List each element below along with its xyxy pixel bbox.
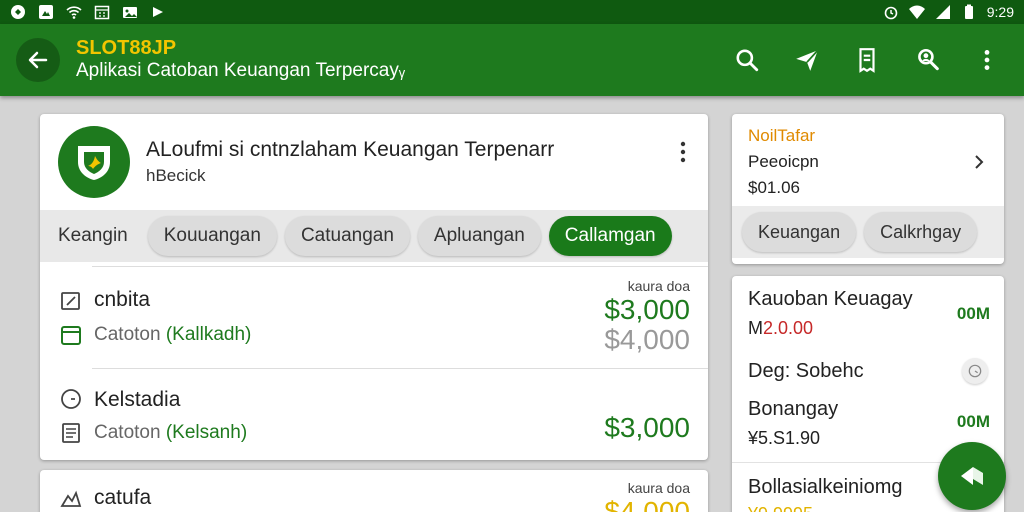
- more-menu-button[interactable]: [972, 45, 1002, 75]
- calendar-icon: [60, 324, 82, 346]
- item-value: ¥9.9995: [748, 504, 813, 512]
- chip-catuangan[interactable]: Catuangan: [284, 216, 410, 256]
- send-icon: [796, 49, 819, 71]
- item-badge: 00M: [956, 412, 990, 431]
- item-badge: 00M: [956, 304, 990, 323]
- item-title: Bollasialkeiniomg: [748, 476, 903, 498]
- app-subtitle: Aplikasi Catoban Keuangan Terpercayᵧ: [76, 60, 405, 81]
- card-title: ALoufmi si cntnzlaham Keuangan Terpenarr: [146, 138, 555, 161]
- chip-callamgan[interactable]: Callamgan: [548, 216, 672, 256]
- wifi-notif-icon: [66, 4, 82, 20]
- summary-chips: Keuangan Calkrhgay: [732, 206, 1004, 258]
- chip-apluangan[interactable]: Apluangan: [417, 216, 541, 256]
- chip-kouuangan[interactable]: Kouuangan: [147, 216, 277, 256]
- receipt-button[interactable]: [852, 45, 882, 75]
- edit-icon: [60, 290, 82, 312]
- item-title: Kauoban Keuagay: [748, 288, 913, 310]
- person-search-icon: [918, 48, 939, 71]
- chip-calkrhgay[interactable]: Calkrhgay: [864, 212, 978, 252]
- add-fab-button[interactable]: [938, 442, 1006, 510]
- entry-amount: $3,000: [604, 412, 690, 443]
- entry-subtitle: Catoton (Kelsanh): [94, 422, 248, 443]
- more-vert-icon: [680, 141, 686, 163]
- chart-icon: [60, 486, 82, 508]
- document-icon: [60, 422, 82, 444]
- divider: [92, 266, 708, 267]
- item-title: Deg: Sobehc: [748, 360, 864, 382]
- receipt-icon: [859, 48, 875, 73]
- app-logo: [58, 126, 130, 198]
- summary-card[interactable]: NoilTafar Peeoicpn $01.06 Keuangan Calkr…: [732, 114, 1004, 264]
- list-item[interactable]: cnbita Catoton (Kallkadh) kaura doa $3,0…: [40, 266, 708, 368]
- entry-title: catufa: [94, 486, 152, 509]
- photo-notif-icon: [38, 4, 54, 20]
- item-title: Bonangay: [748, 398, 839, 420]
- main-card: ALoufmi si cntnzlaham Keuangan Terpenarr…: [40, 114, 708, 460]
- fab-icon: [961, 467, 983, 485]
- clock-icon[interactable]: [962, 358, 988, 384]
- clock-icon: [60, 388, 82, 410]
- entry-title: cnbita: [94, 288, 151, 311]
- entry-amount: $3,000: [604, 294, 690, 325]
- chip-keuangan[interactable]: Keuangan: [742, 212, 857, 252]
- back-arrow-icon: [28, 51, 48, 69]
- entry-amount-secondary: $4,000: [604, 324, 690, 355]
- search-button[interactable]: [732, 45, 762, 75]
- image-notif-icon: [122, 4, 138, 20]
- card-subtitle: hBecick: [146, 166, 206, 185]
- more-vert-icon: [984, 50, 990, 70]
- item-value: M2.0.00: [748, 318, 814, 338]
- app-notif-icon: [10, 4, 26, 20]
- chevron-right-icon[interactable]: [970, 150, 988, 174]
- entry-title: Kelstadia: [94, 388, 181, 411]
- category-chips: Keangin Kouuangan Catuangan Apluangan Ca…: [40, 210, 708, 262]
- card-more-button[interactable]: [674, 138, 692, 166]
- entry-subtitle: Catoton (Kallkadh): [94, 324, 252, 345]
- summary-label: NoilTafar: [748, 126, 816, 145]
- summary-value: $01.06: [748, 178, 800, 197]
- search-icon: [736, 49, 759, 72]
- entry-card[interactable]: catufa kaura doa $4,000: [40, 470, 708, 512]
- send-button[interactable]: [792, 45, 822, 75]
- back-button[interactable]: [16, 38, 60, 82]
- wifi-icon: [908, 4, 925, 20]
- item-value: ¥5.S1.90: [748, 428, 821, 448]
- entry-caption: kaura doa: [627, 278, 690, 294]
- battery-icon: [961, 4, 977, 20]
- person-search-button[interactable]: [912, 45, 942, 75]
- entry-amount: $4,000: [604, 496, 690, 512]
- summary-name: Peeoicpn: [748, 152, 819, 171]
- shield-logo-icon: [78, 146, 110, 180]
- entry-caption: kaura doa: [627, 480, 690, 496]
- chip-keangin[interactable]: Keangin: [46, 216, 140, 256]
- status-bar: 9:29: [0, 0, 1024, 24]
- calendar-notif-icon: [94, 4, 110, 20]
- signal-icon: [935, 4, 951, 20]
- status-time: 9:29: [986, 4, 1014, 20]
- media-notif-icon: [150, 4, 166, 20]
- app-bar: SLOT88JP Aplikasi Catoban Keuangan Terpe…: [0, 24, 1024, 96]
- app-title: SLOT88JP: [76, 37, 177, 59]
- alarm-icon: [883, 4, 899, 20]
- list-item[interactable]: Kelstadia Catoton (Kelsanh) $3,000: [40, 368, 708, 460]
- divider: [92, 368, 708, 369]
